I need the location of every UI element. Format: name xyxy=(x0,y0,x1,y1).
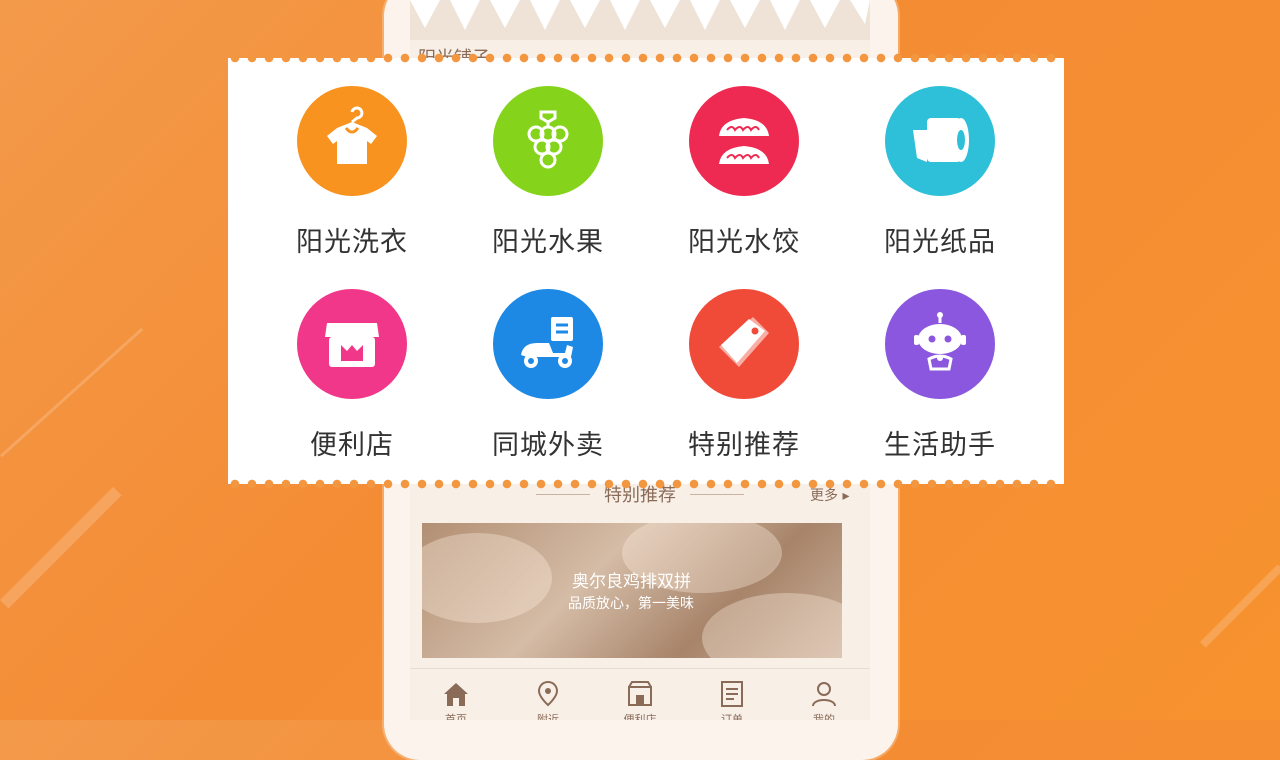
tab-nearby[interactable]: 附近 xyxy=(513,669,583,720)
category-icon-circle xyxy=(689,289,799,399)
grapes-icon xyxy=(527,110,569,169)
shirt-hanger-icon xyxy=(327,106,377,164)
category-label: 特别推荐 xyxy=(688,430,800,461)
category-fruit[interactable]: 阳光水果 xyxy=(450,86,646,289)
category-convenience-store[interactable]: 便利店 xyxy=(254,289,450,492)
location-pin-icon xyxy=(537,680,559,707)
divider-line xyxy=(690,493,744,495)
background-stripe xyxy=(0,486,122,609)
person-icon xyxy=(812,682,836,707)
tab-label: 首页 xyxy=(445,713,467,720)
bunting-decoration xyxy=(410,0,870,40)
category-paper[interactable]: 阳光纸品 xyxy=(842,86,1038,289)
category-icon-circle xyxy=(885,86,995,196)
store-icon xyxy=(628,681,652,706)
promo-subtitle: 品质放心，第一美味 xyxy=(568,596,694,612)
order-list-icon xyxy=(721,681,743,707)
category-card: 阳光洗衣 阳光水果 阳光水饺 阳光纸品 便利店 同城外卖 特别推荐 生活助手 xyxy=(228,51,1064,491)
dumplings-icon xyxy=(719,118,769,164)
category-label: 阳光水果 xyxy=(492,227,604,258)
category-label: 阳光洗衣 xyxy=(296,227,408,258)
tab-store[interactable]: 便利店 xyxy=(605,669,675,720)
tab-home[interactable]: 首页 xyxy=(421,669,491,720)
tab-profile[interactable]: 我的 xyxy=(789,669,859,720)
divider-line xyxy=(536,493,590,495)
category-icon-circle xyxy=(885,289,995,399)
background-stripe xyxy=(1200,564,1280,648)
food-image-shape xyxy=(422,533,552,623)
home-icon xyxy=(444,683,468,706)
robot-assistant-icon xyxy=(914,312,966,371)
category-dumplings[interactable]: 阳光水饺 xyxy=(646,86,842,289)
category-special-recommend[interactable]: 特别推荐 xyxy=(646,289,842,492)
category-label: 阳光水饺 xyxy=(688,227,800,258)
bottom-tab-bar: 首页 附近 便利店 订单 我的 xyxy=(410,668,870,720)
category-takeout[interactable]: 同城外卖 xyxy=(450,289,646,492)
category-laundry[interactable]: 阳光洗衣 xyxy=(254,86,450,289)
tab-label: 便利店 xyxy=(623,713,657,720)
category-icon-circle xyxy=(297,289,407,399)
category-icon-circle xyxy=(493,86,603,196)
tab-label: 订单 xyxy=(721,713,743,720)
category-icon-circle xyxy=(689,86,799,196)
tab-label: 附近 xyxy=(537,713,559,720)
category-grid: 阳光洗衣 阳光水果 阳光水饺 阳光纸品 便利店 同城外卖 特别推荐 生活助手 xyxy=(228,58,1064,484)
category-icon-circle xyxy=(493,289,603,399)
tab-label: 我的 xyxy=(813,713,835,720)
tab-orders[interactable]: 订单 xyxy=(697,669,767,720)
category-label: 便利店 xyxy=(310,430,394,461)
price-tag-icon xyxy=(719,317,769,367)
category-icon-circle xyxy=(297,86,407,196)
promo-title: 奥尔良鸡排双拼 xyxy=(572,572,691,592)
delivery-scooter-icon xyxy=(521,317,573,368)
food-image-shape xyxy=(702,593,842,658)
toilet-paper-icon xyxy=(913,118,969,162)
background-stripe xyxy=(0,327,144,458)
category-label: 阳光纸品 xyxy=(884,227,996,258)
category-label: 同城外卖 xyxy=(492,430,604,461)
promo-banner[interactable]: 奥尔良鸡排双拼 品质放心，第一美味 xyxy=(422,523,842,658)
storefront-icon xyxy=(325,323,379,367)
category-life-assistant[interactable]: 生活助手 xyxy=(842,289,1038,492)
category-label: 生活助手 xyxy=(884,430,996,461)
